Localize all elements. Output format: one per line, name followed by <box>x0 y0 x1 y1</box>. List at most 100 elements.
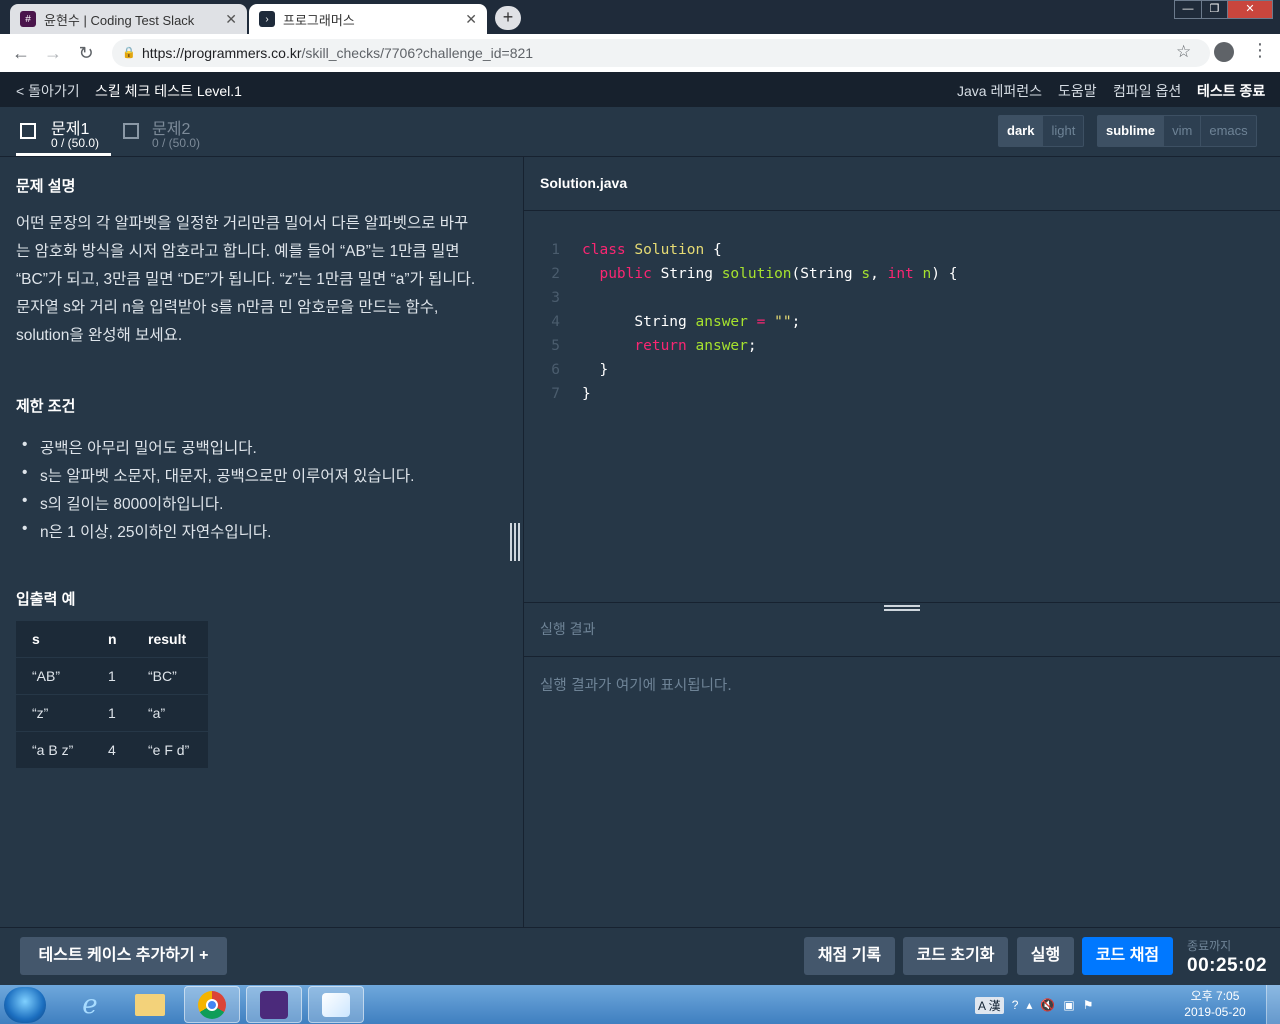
problem-panel: 문제 설명 어떤 문장의 각 알파벳을 일정한 거리만큼 밀어서 다른 알파벳으… <box>0 157 523 927</box>
table-cell: “BC” <box>132 657 208 695</box>
java-reference-link[interactable]: Java 레퍼런스 <box>957 81 1042 101</box>
line-number: 4 <box>551 314 560 330</box>
taskbar-clock[interactable]: 오후 7:05 2019-05-20 <box>1170 988 1260 1020</box>
editor-header: Solution.java <box>524 157 1280 211</box>
tab-problem-2[interactable]: 문제2 0 / (50.0) <box>123 115 218 155</box>
eclipse-icon[interactable] <box>246 986 302 1023</box>
constraints-heading: 제한 조건 <box>16 398 76 415</box>
volume-icon[interactable]: 🔇 <box>1040 998 1055 1012</box>
reload-icon[interactable]: ↻ <box>75 42 97 64</box>
page-title: 스킬 체크 테스트 Level.1 <box>95 83 242 99</box>
table-cell: “a B z” <box>16 731 92 769</box>
close-icon[interactable]: ✕ <box>465 11 477 28</box>
table-cell: 1 <box>92 657 132 695</box>
table-cell: 1 <box>92 694 132 732</box>
theme-light-button[interactable]: light <box>1043 116 1083 146</box>
browser-tab-label: 프로그래머스 <box>283 12 355 28</box>
keymap-toggle: sublime vim emacs <box>1097 115 1257 147</box>
url-field[interactable]: 🔒 https://programmers.co.kr/skill_checks… <box>112 39 1210 67</box>
line-number: 2 <box>551 266 560 282</box>
system-tray: A 漢 ? ▴ 🔇 ▣ ⚑ <box>975 990 1093 1020</box>
result-heading: 실행 결과 <box>540 621 596 637</box>
help-link[interactable]: 도움말 <box>1058 81 1097 101</box>
constraint-item: 공백은 아무리 밀어도 공백입니다. <box>22 436 257 458</box>
code-text: String answer = ""; <box>582 314 801 330</box>
network-icon[interactable]: ▣ <box>1063 998 1074 1012</box>
code-line: 6 } <box>524 358 1264 382</box>
checkbox-icon <box>123 123 139 139</box>
code-line: 7} <box>524 382 1264 406</box>
run-button[interactable]: 실행 <box>1017 937 1074 975</box>
back-arrow-icon[interactable]: ← <box>10 42 32 64</box>
problem-tab-score: 0 / (50.0) <box>51 136 100 150</box>
ie-icon[interactable]: e <box>62 986 118 1023</box>
programmers-icon: › <box>259 11 275 27</box>
file-explorer-icon[interactable] <box>122 986 178 1023</box>
theme-toggle: dark light <box>998 115 1085 147</box>
column-header: n <box>92 621 132 658</box>
table-cell: 4 <box>92 731 132 769</box>
show-desktop-button[interactable] <box>1266 985 1280 1024</box>
new-tab-button[interactable]: + <box>495 6 521 30</box>
browser-tab-label: 윤현수 | Coding Test Slack <box>44 12 195 28</box>
start-button[interactable] <box>4 987 46 1023</box>
code-line: 2 public String solution(String s, int n… <box>524 262 1264 286</box>
clock-time: 오후 7:05 <box>1190 989 1240 1003</box>
constraint-item: s는 알파벳 소문자, 대문자, 공백으로만 이루어져 있습니다. <box>22 464 415 486</box>
line-number: 6 <box>551 362 560 378</box>
description-heading: 문제 설명 <box>16 178 76 195</box>
keymap-emacs-button[interactable]: emacs <box>1201 116 1255 146</box>
table-row: “AB” 1 “BC” <box>16 657 208 695</box>
clock-date: 2019-05-20 <box>1184 1005 1246 1019</box>
code-text: } <box>582 362 609 378</box>
keymap-vim-button[interactable]: vim <box>1164 116 1202 146</box>
paint-icon[interactable] <box>308 986 364 1023</box>
constraint-text: s의 길이는 8000이하입니다. <box>40 496 224 513</box>
vertical-resize-handle[interactable] <box>510 523 520 561</box>
code-editor[interactable]: 1 class Solution { 2 public String soluti… <box>524 238 1264 406</box>
url-host: https://programmers.co.kr <box>142 45 302 61</box>
lock-icon: 🔒 <box>122 47 136 59</box>
table-cell: “e F d” <box>132 731 208 769</box>
bookmark-star-icon[interactable]: ☆ <box>1176 42 1191 62</box>
timer-label: 종료까지 <box>1187 939 1232 953</box>
minimize-button[interactable]: — <box>1174 0 1202 19</box>
help-icon[interactable]: ? <box>1012 998 1019 1012</box>
constraint-text: s는 알파벳 소문자, 대문자, 공백으로만 이루어져 있습니다. <box>40 468 415 485</box>
keymap-sublime-button[interactable]: sublime <box>1098 116 1165 146</box>
table-row: “a B z” 4 “e F d” <box>16 731 208 769</box>
io-heading: 입출력 예 <box>16 591 76 608</box>
flag-icon[interactable]: ⚑ <box>1083 998 1094 1012</box>
line-number: 5 <box>551 338 560 354</box>
tray-expand-icon[interactable]: ▴ <box>1026 998 1032 1012</box>
close-icon[interactable]: ✕ <box>225 11 237 28</box>
code-line: 5 return answer; <box>524 334 1264 358</box>
code-text: public String solution(String s, int n) … <box>599 266 958 282</box>
editor-filename: Solution.java <box>540 175 628 191</box>
account-icon[interactable] <box>1214 42 1234 62</box>
browser-tab-slack[interactable]: # 윤현수 | Coding Test Slack ✕ <box>10 4 247 34</box>
maximize-button[interactable]: ❐ <box>1201 0 1228 19</box>
chrome-icon[interactable] <box>184 986 240 1023</box>
theme-dark-button[interactable]: dark <box>999 116 1044 146</box>
back-link[interactable]: < 돌아가기 <box>16 81 80 101</box>
forward-arrow-icon[interactable]: → <box>42 42 64 64</box>
reset-code-button[interactable]: 코드 초기화 <box>903 937 1008 975</box>
problem-tab-score: 0 / (50.0) <box>152 136 201 150</box>
result-placeholder: 실행 결과가 여기에 표시됩니다. <box>540 678 732 694</box>
tab-problem-1[interactable]: 문제1 0 / (50.0) <box>20 115 115 155</box>
browser-tab-programmers[interactable]: › 프로그래머스 ✕ <box>249 4 487 34</box>
compile-options-link[interactable]: 컴파일 옵션 <box>1113 81 1181 101</box>
column-header: s <box>16 621 92 658</box>
window-close-button[interactable]: ✕ <box>1227 0 1273 19</box>
table-cell: “z” <box>16 694 92 732</box>
grading-history-button[interactable]: 채점 기록 <box>804 937 895 975</box>
add-testcase-button[interactable]: 테스트 케이스 추가하기 + <box>20 937 227 975</box>
constraint-text: n은 1 이상, 25이하인 자연수입니다. <box>40 524 272 541</box>
submit-grading-button[interactable]: 코드 채점 <box>1082 937 1173 975</box>
ime-indicator[interactable]: A 漢 <box>975 996 1004 1014</box>
line-number: 1 <box>551 242 560 258</box>
end-test-link[interactable]: 테스트 종료 <box>1197 81 1265 101</box>
code-text: return answer; <box>634 338 757 354</box>
menu-kebab-icon[interactable]: ⋮ <box>1251 40 1269 61</box>
